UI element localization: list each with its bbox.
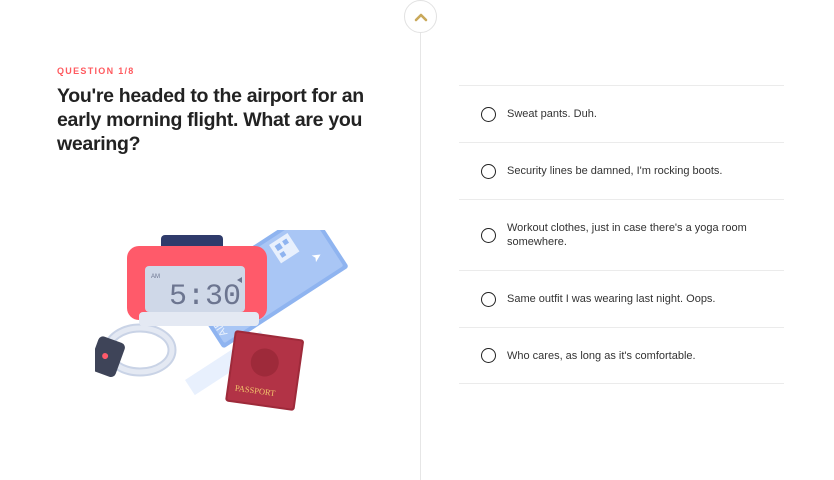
radio-button[interactable] xyxy=(481,227,496,243)
option-5[interactable]: Who cares, as long as it's comfortable. xyxy=(459,327,784,384)
smartwatch xyxy=(95,323,177,377)
radio-button[interactable] xyxy=(481,348,496,363)
question-counter: QUESTION 1/8 xyxy=(57,66,135,76)
answer-options: Sweat pants. Duh. Security lines be damn… xyxy=(459,85,784,384)
travel-illustration: AIR PASSPORT AM 5:30 xyxy=(95,230,348,411)
question-text: You're headed to the airport for an earl… xyxy=(57,85,364,155)
option-label: Who cares, as long as it's comfortable. xyxy=(507,349,696,362)
radio-button[interactable] xyxy=(481,291,496,307)
radio-button[interactable] xyxy=(481,163,496,179)
option-label: Security lines be damned, I'm rocking bo… xyxy=(507,165,723,177)
option-label: Same outfit I was wearing last night. Oo… xyxy=(507,293,716,305)
alarm-clock: AM 5:30 xyxy=(127,235,267,326)
clock-time: 5:30 xyxy=(169,280,241,314)
option-label: Sweat pants. Duh. xyxy=(507,108,597,120)
passport: PASSPORT xyxy=(225,330,304,411)
vertical-divider xyxy=(420,30,421,480)
option-1[interactable]: Sweat pants. Duh. xyxy=(459,85,784,142)
option-2[interactable]: Security lines be damned, I'm rocking bo… xyxy=(459,142,784,199)
option-4[interactable]: Same outfit I was wearing last night. Oo… xyxy=(459,270,784,327)
option-3[interactable]: Workout clothes, just in case there's a … xyxy=(459,199,784,270)
option-label: Workout clothes, just in case there's a … xyxy=(507,222,747,248)
radio-button[interactable] xyxy=(481,106,496,122)
question-panel: QUESTION 1/8 You're headed to the airpor… xyxy=(57,66,387,156)
chevron-up-icon xyxy=(414,13,427,21)
clock-am: AM xyxy=(151,274,160,280)
previous-question-button[interactable] xyxy=(404,0,437,33)
